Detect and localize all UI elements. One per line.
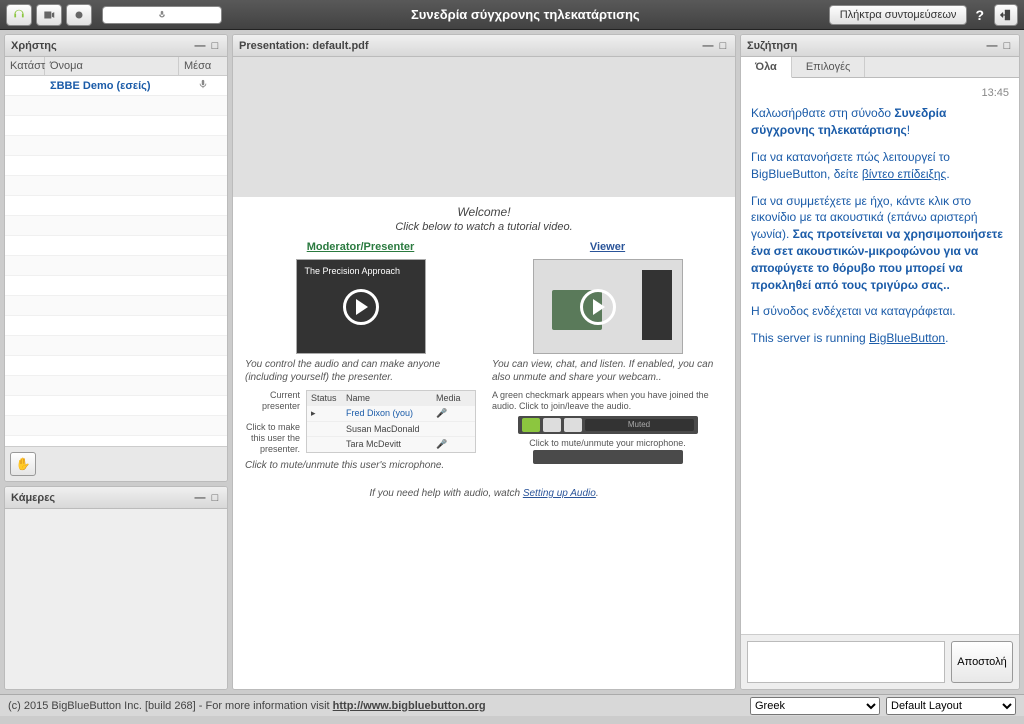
minimize-icon[interactable]: — xyxy=(194,40,206,52)
users-table-header: Κατάστ Όνομα Μέσα xyxy=(5,57,227,76)
bbb-org-link[interactable]: http://www.bigbluebutton.org xyxy=(333,700,486,712)
users-panel-title: Χρήστης xyxy=(11,40,191,52)
shortcuts-button[interactable]: Πλήκτρα συντομεύσεων xyxy=(829,5,968,25)
user-row[interactable]: ΣΒΒΕ Demo (εσείς) xyxy=(5,76,227,96)
chat-panel-title: Συζήτηση xyxy=(747,40,983,52)
record-button[interactable] xyxy=(66,4,92,26)
raise-hand-button[interactable]: ✋ xyxy=(10,452,36,476)
user-name: ΣΒΒΕ Demo (εσείς) xyxy=(45,80,179,92)
chat-panel: Συζήτηση — □ Όλα Επιλογές 13:45 Καλωσήρθ… xyxy=(740,34,1020,690)
session-title: Συνεδρία σύγχρονης τηλεκατάρτισης xyxy=(222,7,829,22)
tutorial-video-link[interactable]: βίντεο επίδειξης xyxy=(862,167,947,181)
logout-button[interactable] xyxy=(994,4,1018,26)
maximize-icon[interactable]: □ xyxy=(1001,40,1013,52)
moderator-link[interactable]: Moderator/Presenter xyxy=(245,241,476,253)
chat-tab-all[interactable]: Όλα xyxy=(741,57,792,78)
chat-tab-options[interactable]: Επιλογές xyxy=(792,57,866,77)
cameras-panel-title: Κάμερες xyxy=(11,492,191,504)
maximize-icon[interactable]: □ xyxy=(717,40,729,52)
cameras-panel: Κάμερες — □ xyxy=(4,486,228,690)
language-select[interactable]: Greek xyxy=(750,697,880,715)
maximize-icon[interactable]: □ xyxy=(209,492,221,504)
chat-messages: 13:45 Καλωσήρθατε στη σύνοδο Συνεδρία σύ… xyxy=(741,78,1019,634)
maximize-icon[interactable]: □ xyxy=(209,40,221,52)
layout-select[interactable]: Default Layout xyxy=(886,697,1016,715)
mock-audiobar xyxy=(533,450,683,464)
presentation-panel: Presentation: default.pdf — □ Welcome! C… xyxy=(232,34,736,690)
viewer-link[interactable]: Viewer xyxy=(492,241,723,253)
webcam-button[interactable] xyxy=(36,4,62,26)
minimize-icon[interactable]: — xyxy=(194,492,206,504)
minimize-icon[interactable]: — xyxy=(702,40,714,52)
status-bar: (c) 2015 BigBlueButton Inc. [build 268] … xyxy=(0,694,1024,716)
users-panel: Χρήστης — □ Κατάστ Όνομα Μέσα ΣΒΒΕ Demo … xyxy=(4,34,228,482)
chat-input[interactable] xyxy=(747,641,945,683)
send-button[interactable]: Αποστολή xyxy=(951,641,1013,683)
mini-users-table: Status Name Media ▸Fred Dixon (you)🎤 Sus… xyxy=(306,390,476,453)
welcome-sub: Click below to watch a tutorial video. xyxy=(245,221,723,233)
moderator-video-thumb[interactable]: The Precision Approach xyxy=(296,259,426,354)
mock-toolbar: Muted xyxy=(518,416,698,434)
setting-up-audio-link[interactable]: Setting up Audio xyxy=(523,488,596,499)
bigbluebutton-link[interactable]: BigBlueButton xyxy=(869,331,945,345)
play-icon xyxy=(580,289,616,325)
audio-help-text: If you need help with audio, watch Setti… xyxy=(245,488,723,499)
mic-level-bar xyxy=(102,6,222,24)
welcome-heading: Welcome! xyxy=(245,205,723,219)
mic-icon xyxy=(179,78,227,93)
help-button[interactable]: ? xyxy=(975,7,984,23)
headset-button[interactable] xyxy=(6,4,32,26)
top-toolbar: Συνεδρία σύγχρονης τηλεκατάρτισης Πλήκτρ… xyxy=(0,0,1024,30)
minimize-icon[interactable]: — xyxy=(986,40,998,52)
play-icon xyxy=(343,289,379,325)
viewer-video-thumb[interactable] xyxy=(533,259,683,354)
presentation-title: Presentation: default.pdf xyxy=(239,40,699,52)
chat-timestamp: 13:45 xyxy=(751,86,1009,101)
